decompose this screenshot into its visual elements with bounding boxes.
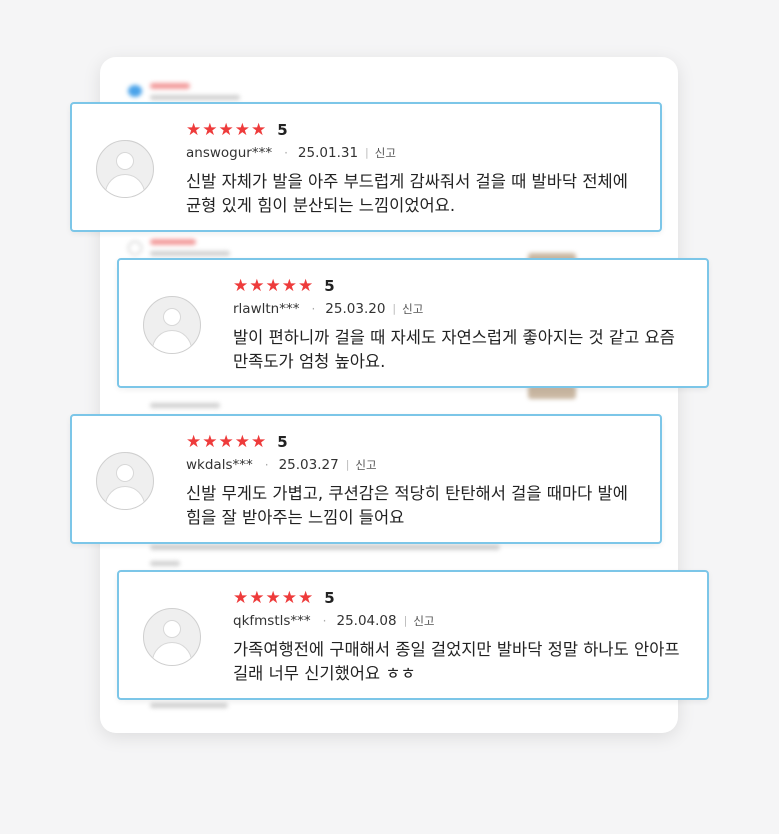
blurred-line (150, 545, 500, 550)
separator-dot: · (322, 614, 327, 628)
star-rating-icon: ★★★★★ (233, 588, 315, 608)
review-card: ★★★★★ 5 answogur*** · 25.01.31 | 신고 신발 자… (70, 102, 662, 232)
username: qkfmstls*** (233, 613, 311, 629)
separator-bar: | (345, 458, 350, 471)
avatar (143, 608, 201, 666)
report-link[interactable]: 신고 (402, 300, 423, 318)
blurred-line (150, 403, 220, 408)
review-card: ★★★★★ 5 rlawltn*** · 25.03.20 | 신고 발이 편하… (117, 258, 709, 388)
review-meta: rlawltn*** · 25.03.20 | 신고 (233, 300, 423, 318)
avatar (143, 296, 201, 354)
review-date: 25.03.27 (278, 457, 339, 473)
separator-bar: | (403, 614, 408, 627)
review-text: 발이 편하니까 걸을 때 자세도 자연스럽게 좋아지는 것 같고 요즘 만족도가… (233, 328, 675, 371)
rating-score: 5 (277, 121, 288, 139)
review-date: 25.04.08 (336, 613, 397, 629)
report-link[interactable]: 신고 (375, 144, 396, 162)
rating: ★★★★★ 5 (233, 588, 335, 608)
star-rating-icon: ★★★★★ (186, 120, 268, 140)
review-text: 신발 자체가 발을 아주 부드럽게 감싸줘서 걸을 때 발바닥 전체에 균형 있… (186, 172, 628, 215)
avatar (96, 140, 154, 198)
blurred-line (150, 703, 228, 708)
separator-bar: | (392, 302, 397, 315)
star-rating-icon: ★★★★★ (186, 432, 268, 452)
username: rlawltn*** (233, 301, 300, 317)
review-meta: qkfmstls*** · 25.04.08 | 신고 (233, 612, 435, 630)
rating: ★★★★★ 5 (186, 432, 288, 452)
review-meta: wkdals*** · 25.03.27 | 신고 (186, 456, 377, 474)
review-card: ★★★★★ 5 qkfmstls*** · 25.04.08 | 신고 가족여행… (117, 570, 709, 700)
review-card: ★★★★★ 5 wkdals*** · 25.03.27 | 신고 신발 무게도… (70, 414, 662, 544)
rating: ★★★★★ 5 (186, 120, 288, 140)
rating: ★★★★★ 5 (233, 276, 335, 296)
separator-dot: · (264, 458, 269, 472)
review-meta: answogur*** · 25.01.31 | 신고 (186, 144, 396, 162)
blurred-stars (150, 239, 196, 245)
blurred-line (150, 561, 180, 566)
report-link[interactable]: 신고 (413, 612, 434, 630)
report-link[interactable]: 신고 (355, 456, 376, 474)
twitter-icon (128, 85, 142, 97)
separator-dot: · (284, 146, 288, 160)
avatar (96, 452, 154, 510)
rating-score: 5 (324, 277, 335, 295)
blurred-stars (150, 83, 190, 89)
blurred-avatar-icon (128, 241, 142, 255)
rating-score: 5 (277, 433, 288, 451)
review-date: 25.03.20 (325, 301, 386, 317)
review-text: 가족여행전에 구매해서 종일 걸었지만 발바닥 정말 하나도 안아프길래 너무 … (233, 640, 680, 683)
review-date: 25.01.31 (297, 145, 359, 161)
star-rating-icon: ★★★★★ (233, 276, 315, 296)
separator-dot: · (311, 302, 316, 316)
rating-score: 5 (324, 589, 335, 607)
blurred-line (150, 95, 240, 100)
blurred-line (150, 251, 230, 256)
username: wkdals*** (186, 457, 253, 473)
username: answogur*** (186, 145, 273, 161)
review-text: 신발 무게도 가볍고, 쿠션감은 적당히 탄탄해서 걸을 때마다 발에 힘을 잘… (186, 484, 628, 527)
separator-bar: | (365, 146, 369, 159)
